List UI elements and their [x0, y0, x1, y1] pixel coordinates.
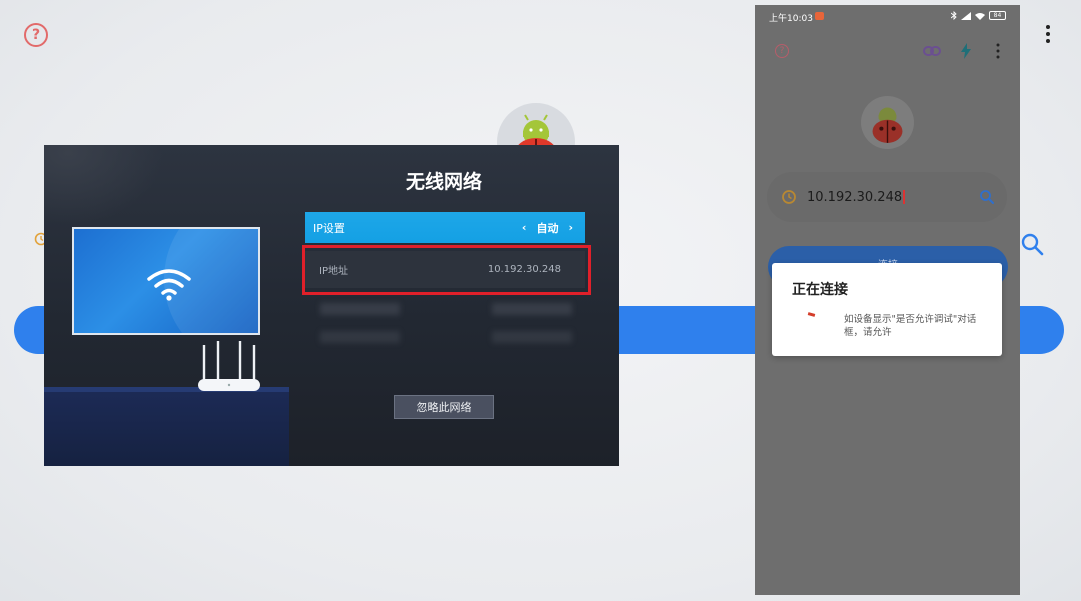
history-icon[interactable]	[781, 189, 797, 205]
blurred-field	[320, 331, 400, 343]
app-avatar	[861, 96, 914, 149]
dialog-message: 如设备显示"是否允许调试"对话框，请允许	[844, 314, 977, 338]
phone-screen: 上午10:03 84 ? 10.192.30.248 连接	[755, 5, 1020, 595]
ip-settings-row[interactable]: IP设置 ‹ 自动 ›	[305, 212, 585, 243]
ip-input[interactable]: 10.192.30.248	[767, 172, 1007, 222]
wifi-status-icon	[975, 12, 985, 20]
search-icon[interactable]	[979, 189, 995, 205]
help-icon[interactable]: ?	[775, 44, 789, 58]
connecting-dialog: 正在连接 如设备显示"是否允许调试"对话框，请允许	[772, 263, 1002, 356]
status-time: 上午10:03	[769, 14, 813, 24]
ip-settings-label: IP设置	[313, 221, 345, 235]
ip-input-value: 10.192.30.248	[807, 189, 903, 205]
bolt-icon[interactable]	[960, 43, 972, 59]
dialog-title: 正在连接	[792, 282, 848, 298]
next-option-icon[interactable]: ›	[568, 221, 573, 234]
status-bar: 上午10:03 84	[755, 5, 1020, 27]
highlight-box	[302, 245, 591, 295]
connect-button-bg-right[interactable]	[1020, 306, 1064, 354]
tv-illustration	[72, 227, 260, 335]
ignore-network-button[interactable]: 忽略此网络	[394, 395, 494, 419]
tv-network-screen: 无线网络 IP设置 ‹ 自动 › IP地址 10.192.30.248 忽略此网…	[44, 145, 619, 466]
battery-icon: 84	[989, 11, 1006, 20]
signal-icon	[961, 11, 971, 20]
prev-option-icon[interactable]: ‹	[522, 221, 527, 234]
wifi-icon	[147, 269, 191, 301]
blurred-field	[492, 331, 572, 343]
blurred-field	[492, 303, 572, 315]
ip-settings-value: 自动	[536, 221, 559, 235]
more-vert-icon[interactable]	[1044, 24, 1052, 44]
notification-icon	[815, 12, 824, 20]
loading-spinner-icon	[807, 312, 816, 317]
tv-title: 无线网络	[405, 171, 482, 193]
desk	[44, 392, 289, 466]
bluetooth-icon	[951, 11, 957, 20]
link-icon[interactable]	[923, 45, 941, 57]
router-icon	[198, 341, 260, 391]
text-caret	[903, 190, 905, 204]
search-icon[interactable]	[1020, 232, 1046, 258]
more-vert-icon[interactable]	[995, 43, 1001, 59]
help-icon[interactable]: ?	[24, 23, 48, 47]
bug-avatar-icon	[872, 107, 903, 143]
blurred-field	[320, 303, 400, 315]
connect-button-bg-mid[interactable]	[618, 306, 756, 354]
